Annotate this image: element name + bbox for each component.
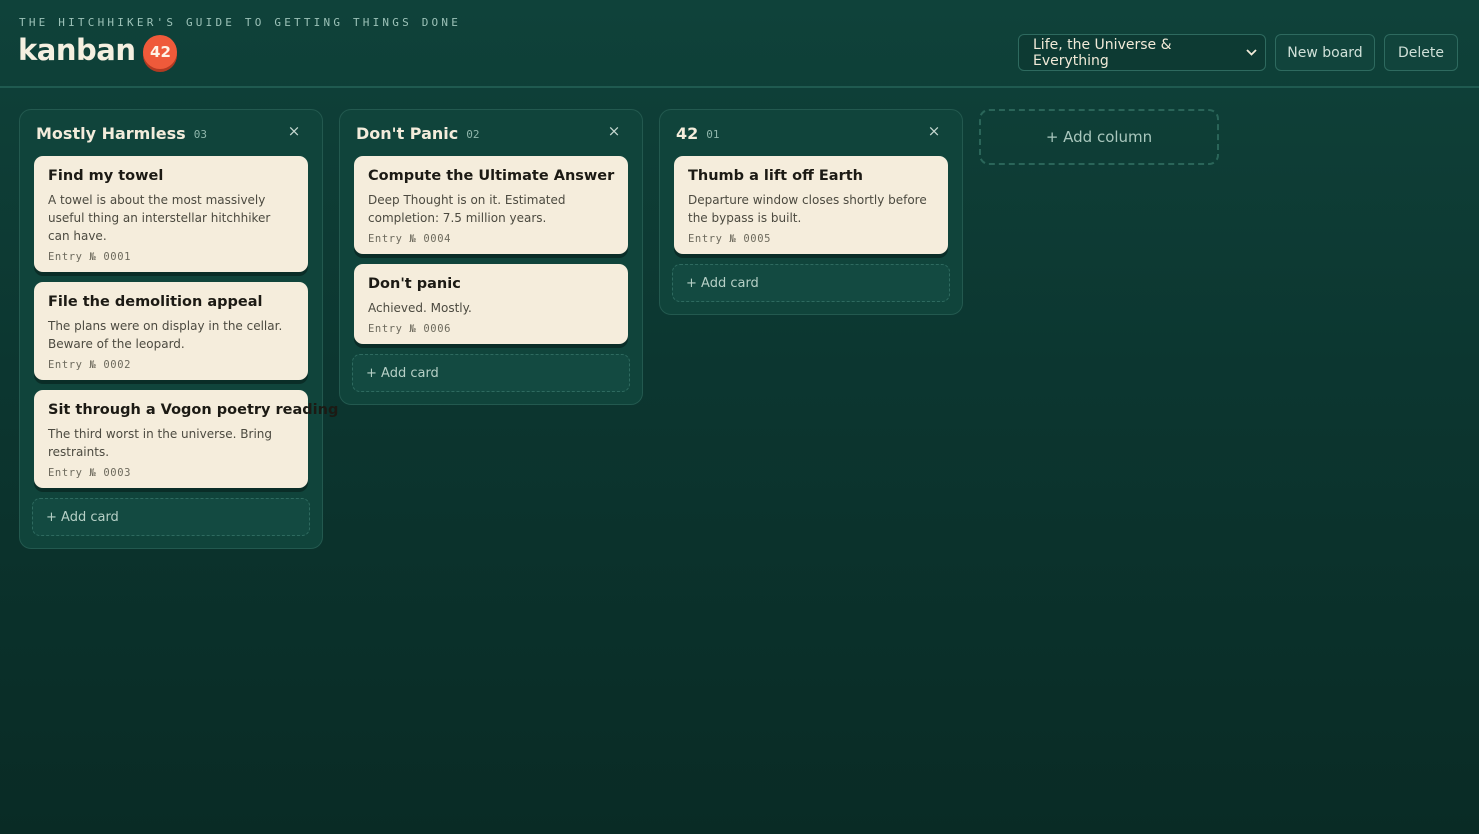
tagline: THE HITCHHIKER'S GUIDE TO GETTING THINGS… — [19, 16, 462, 29]
column-mostly-harmless: Mostly Harmless 03 × Find my towel A tow… — [19, 109, 339, 549]
add-card-button[interactable]: + Add card — [672, 264, 950, 302]
close-icon[interactable]: × — [286, 123, 302, 139]
brand: kanban 42 — [18, 31, 178, 69]
column-title[interactable]: 42 — [676, 124, 698, 143]
add-card-button[interactable]: + Add card — [352, 354, 630, 392]
column-count: 02 — [466, 128, 480, 141]
board-select[interactable]: Life, the Universe & Everything — [1018, 34, 1266, 71]
chevron-down-icon — [1246, 46, 1257, 59]
card-entry-number: Entry № 0003 — [48, 467, 132, 479]
column-dont-panic: Don't Panic 02 × Compute the Ultimate An… — [339, 109, 643, 405]
card[interactable]: Find my towel A towel is about the most … — [34, 156, 308, 272]
card-description: A towel is about the most massively usef… — [48, 193, 271, 243]
card[interactable]: Don't panic Achieved. Mostly. Entry № 00… — [354, 264, 628, 344]
card[interactable]: Sit through a Vogon poetry reading The t… — [34, 390, 339, 488]
card-description: Departure window closes shortly before t… — [688, 193, 927, 225]
card-description: Deep Thought is on it. Estimated complet… — [368, 193, 566, 225]
delete-board-button[interactable]: Delete — [1384, 34, 1458, 71]
brand-badge: 42 — [143, 35, 178, 69]
card-entry-number: Entry № 0005 — [688, 233, 772, 245]
column-header: Don't Panic 02 × — [354, 110, 628, 156]
card-title: Compute the Ultimate Answer — [368, 168, 615, 184]
board-select-value: Life, the Universe & Everything — [1033, 36, 1172, 69]
card-entry-number: Entry № 0001 — [48, 251, 132, 263]
column-header: Mostly Harmless 03 × — [34, 110, 308, 156]
column-count: 01 — [706, 128, 720, 141]
card-title: File the demolition appeal — [48, 294, 263, 310]
add-column-button[interactable]: + Add column — [979, 109, 1219, 165]
card-entry-number: Entry № 0002 — [48, 359, 132, 371]
column-count: 03 — [193, 128, 207, 141]
card[interactable]: Compute the Ultimate Answer Deep Thought… — [354, 156, 628, 254]
board-controls: Life, the Universe & Everything New boar… — [1018, 34, 1458, 71]
card-title: Thumb a lift off Earth — [688, 168, 863, 184]
close-icon[interactable]: × — [606, 123, 622, 139]
new-board-button[interactable]: New board — [1275, 34, 1375, 71]
card-title: Sit through a Vogon poetry reading — [48, 402, 339, 418]
top-bar: THE HITCHHIKER'S GUIDE TO GETTING THINGS… — [0, 0, 1479, 88]
column-title[interactable]: Mostly Harmless — [36, 124, 186, 143]
card-title: Don't panic — [368, 276, 461, 292]
card-entry-number: Entry № 0006 — [368, 323, 452, 335]
card-description: The plans were on display in the cellar.… — [48, 319, 283, 351]
brand-name: kanban — [18, 33, 136, 67]
card-title: Find my towel — [48, 168, 164, 184]
column-header: 42 01 × — [674, 110, 948, 156]
add-card-button[interactable]: + Add card — [32, 498, 310, 536]
card[interactable]: Thumb a lift off Earth Departure window … — [674, 156, 948, 254]
close-icon[interactable]: × — [926, 123, 942, 139]
card-description: Achieved. Mostly. — [368, 301, 472, 315]
card-description: The third worst in the universe. Bring r… — [48, 427, 273, 459]
card-entry-number: Entry № 0004 — [368, 233, 452, 245]
card[interactable]: File the demolition appeal The plans wer… — [34, 282, 308, 380]
column-title[interactable]: Don't Panic — [356, 124, 458, 143]
column-42: 42 01 × Thumb a lift off Earth Departure… — [659, 109, 963, 315]
